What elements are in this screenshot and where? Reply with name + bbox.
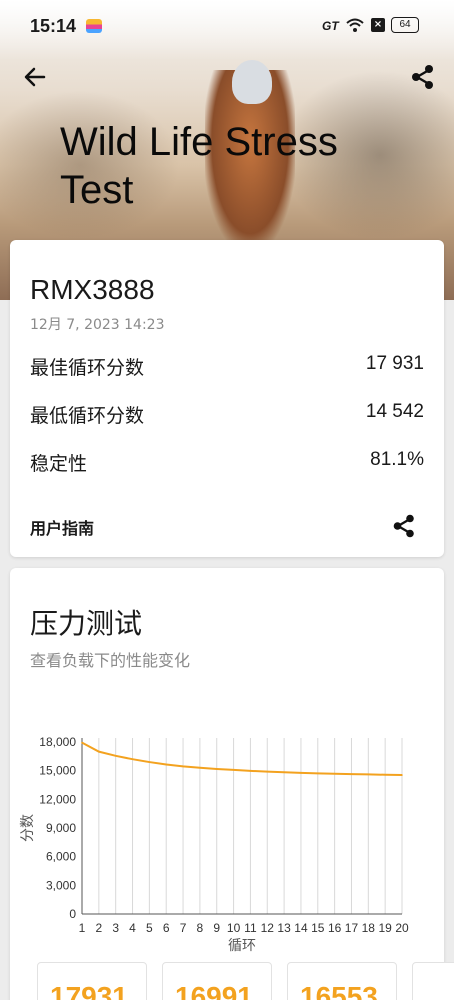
y-tick-label: 18,000 <box>39 735 76 749</box>
cycle-score-value: 16553 <box>300 981 378 1000</box>
data-point <box>384 773 386 776</box>
test-date: 12月 7, 2023 14:23 <box>30 317 165 333</box>
x-tick-label: 8 <box>197 921 204 935</box>
data-point <box>182 765 184 768</box>
data-point <box>333 772 336 775</box>
battery-icon: 64 <box>391 17 419 33</box>
x-tick-label: 19 <box>378 921 392 935</box>
device-name: RMX3888 <box>30 274 155 305</box>
cycle-score-card[interactable]: 16553 <box>287 962 397 1000</box>
x-tick-label: 15 <box>311 921 325 935</box>
gt-mode-icon: GT <box>322 19 339 33</box>
data-point <box>249 770 252 772</box>
x-tick-label: 10 <box>227 921 241 935</box>
x-tick-label: 16 <box>328 921 342 935</box>
data-point <box>367 773 370 776</box>
data-point <box>266 770 269 773</box>
wifi-icon <box>346 18 364 32</box>
best-loop-value: 17 931 <box>365 353 424 374</box>
share-icon[interactable] <box>390 512 418 540</box>
x-tick-label: 6 <box>163 921 170 935</box>
series-line <box>81 741 403 777</box>
section-subtitle: 查看负载下的性能变化 <box>30 651 191 670</box>
x-tick-label: 11 <box>244 921 257 935</box>
no-sim-icon: × <box>371 18 385 32</box>
lowest-loop-value: 14 542 <box>365 401 424 422</box>
lowest-loop-row: 最低循环分数 14 542 <box>30 401 424 429</box>
x-tick-label: 12 <box>261 921 275 935</box>
share-icon[interactable] <box>408 62 438 92</box>
data-point <box>316 772 319 775</box>
x-axis-label: 循环 <box>228 938 256 954</box>
data-point <box>98 750 100 753</box>
back-arrow-icon[interactable] <box>20 62 50 92</box>
x-tick-label: 9 <box>213 921 220 935</box>
data-point <box>165 763 168 766</box>
x-tick-label: 17 <box>345 921 359 935</box>
cycle-score-value: 16991 <box>175 981 253 1000</box>
x-tick-label: 3 <box>112 921 119 935</box>
y-tick-label: 12,000 <box>39 792 76 806</box>
data-point <box>401 774 403 776</box>
page-title: Wild Life Stress Test <box>60 120 338 212</box>
x-tick-label: 7 <box>180 921 187 935</box>
stress-test-card: 压力测试 查看负载下的性能变化 0 3,000 6,000 9,000 12,000 15… <box>10 568 444 1000</box>
data-point <box>300 772 302 774</box>
cycle-score-card[interactable]: 17931 <box>37 962 147 1000</box>
y-tick-label: 9,000 <box>46 821 76 835</box>
x-tick-label: 5 <box>146 921 153 935</box>
y-tick-label: 0 <box>69 907 76 921</box>
data-point <box>215 768 218 770</box>
data-point <box>148 761 151 763</box>
y-axis-label: 分数 <box>20 814 36 842</box>
y-tick-label: 3,000 <box>46 878 76 892</box>
x-tick-label: 1 <box>79 921 86 935</box>
result-card: RMX3888 12月 7, 2023 14:23 最佳循环分数 17 931 … <box>10 240 444 557</box>
y-tick-label: 15,000 <box>39 764 76 778</box>
cycle-score-value: 17931 <box>50 981 128 1000</box>
data-point <box>114 755 117 757</box>
cycle-score-card[interactable]: 16991 <box>162 962 272 1000</box>
data-point <box>283 771 285 774</box>
x-tick-label: 4 <box>129 921 136 935</box>
x-tick-label: 20 <box>395 921 409 935</box>
app-notification-icon <box>86 19 102 33</box>
x-tick-label: 18 <box>362 921 376 935</box>
status-bar: 15:14 GT × 64 <box>0 0 454 52</box>
data-point <box>131 758 134 760</box>
x-tick-label: 14 <box>294 921 308 935</box>
section-title: 压力测试 <box>30 607 143 640</box>
y-tick-label: 6,000 <box>46 850 76 864</box>
best-loop-label: 最佳循环分数 <box>30 357 145 379</box>
data-point <box>199 767 201 769</box>
stability-label: 稳定性 <box>30 453 88 475</box>
stress-line-chart: 03,0006,0009,00012,00015,00018,0001 2 3 4 5 6… <box>20 735 409 954</box>
stability-value: 81.1% <box>370 449 424 470</box>
data-point <box>81 741 83 744</box>
x-tick-label: 13 <box>277 921 291 935</box>
data-point <box>232 769 235 771</box>
status-time: 15:14 <box>30 16 77 36</box>
stability-row: 稳定性 81.1% <box>30 449 424 477</box>
user-guide-link[interactable]: 用户指南 <box>30 515 94 539</box>
x-tick-label: 2 <box>95 921 102 935</box>
best-loop-row: 最佳循环分数 17 931 <box>30 353 424 381</box>
data-point <box>350 773 353 775</box>
lowest-loop-label: 最低循环分数 <box>30 405 145 427</box>
cycle-score-card[interactable] <box>412 962 454 1000</box>
